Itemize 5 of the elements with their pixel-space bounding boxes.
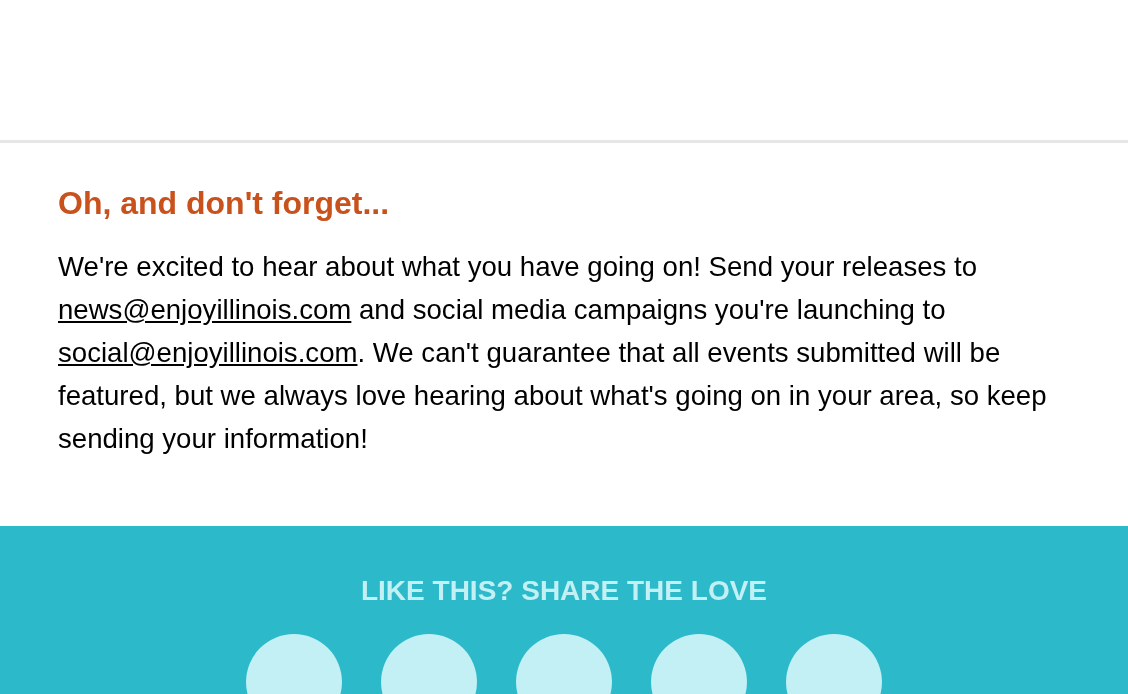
share-heading: LIKE THIS? SHARE THE LOVE <box>361 574 767 608</box>
email-link[interactable]: social@enjoyillinois.com <box>58 337 358 368</box>
section-heading: Oh, and don't forget... <box>58 184 391 223</box>
email-link[interactable]: news@enjoyillinois.com <box>58 294 352 325</box>
body-paragraph: We're excited to hear about what you have going on! Send your releases to news@enjoyillinois.com and social media campaigns you're launching to social@enjoyillinois.com. We can't guarantee that all events submitted will be featured, but we always love hearing about what's going on in your area, so keep sending your information! <box>58 250 1048 456</box>
